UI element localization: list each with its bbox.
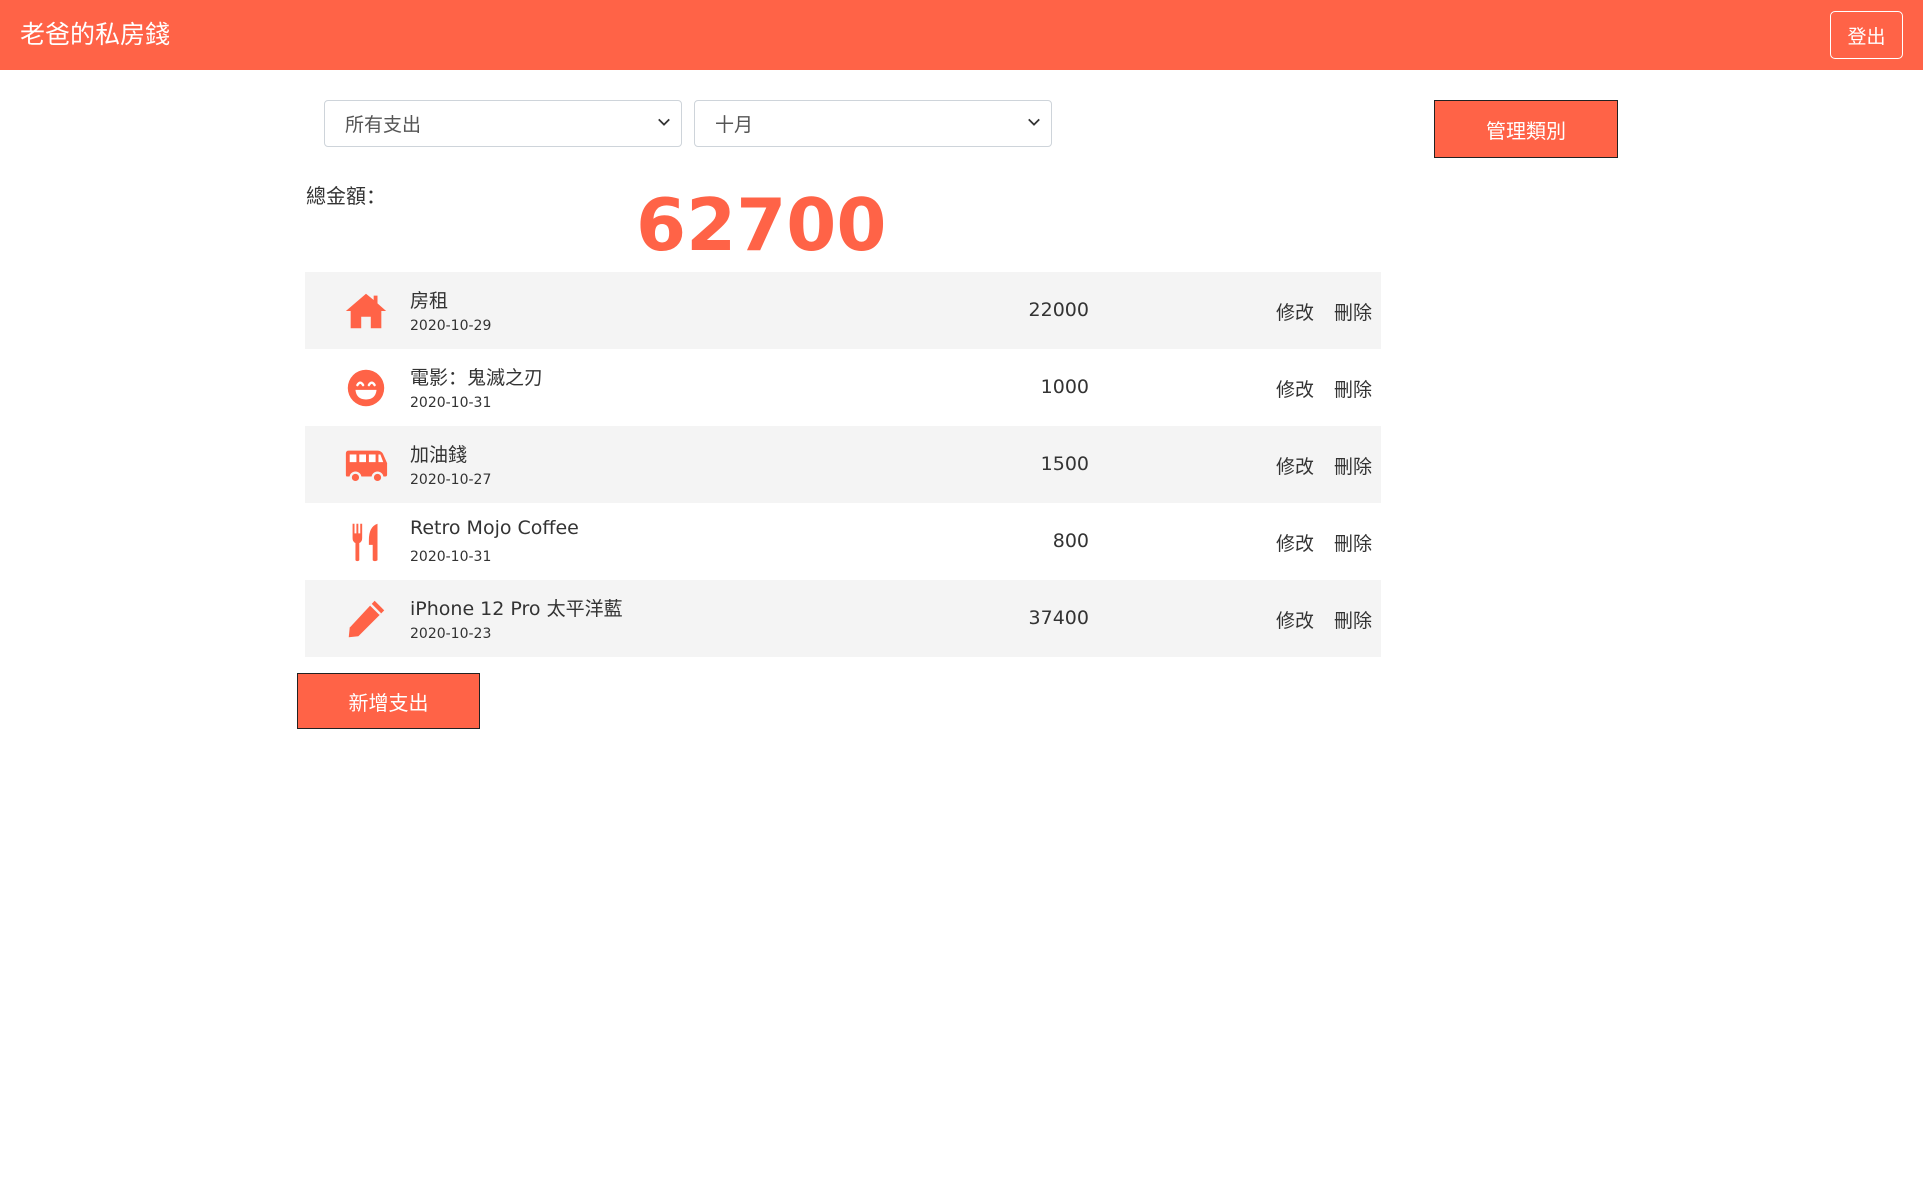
navbar: 老爸的私房錢 登出 <box>0 0 1923 70</box>
edit-button[interactable]: 修改 <box>1276 606 1314 633</box>
expense-row: iPhone 12 Pro 太平洋藍 2020-10-23 37400 修改 刪… <box>305 580 1381 657</box>
home-icon <box>345 293 387 329</box>
delete-button[interactable]: 刪除 <box>1334 452 1372 479</box>
add-expense-button[interactable]: 新增支出 <box>297 673 480 729</box>
expense-date: 2020-10-29 <box>410 318 492 334</box>
delete-button[interactable]: 刪除 <box>1334 529 1372 556</box>
delete-button[interactable]: 刪除 <box>1334 375 1372 402</box>
logout-button[interactable]: 登出 <box>1830 11 1903 59</box>
expense-amount: 37400 <box>1028 607 1089 629</box>
edit-button[interactable]: 修改 <box>1276 452 1314 479</box>
pen-icon <box>348 600 385 638</box>
expense-name: iPhone 12 Pro 太平洋藍 <box>410 598 623 620</box>
category-select-value: 所有支出 <box>345 114 422 136</box>
expense-row: 加油錢 2020-10-27 1500 修改 刪除 <box>305 426 1381 503</box>
expense-list: 房租 2020-10-29 22000 修改 刪除 電影：鬼滅之刃 2020-1… <box>305 272 1381 657</box>
expense-row: 電影：鬼滅之刃 2020-10-31 1000 修改 刪除 <box>305 349 1381 426</box>
expense-row: 房租 2020-10-29 22000 修改 刪除 <box>305 272 1381 349</box>
delete-button[interactable]: 刪除 <box>1334 298 1372 325</box>
total-amount: 62700 <box>636 183 887 267</box>
expense-date: 2020-10-31 <box>410 549 492 565</box>
category-select[interactable]: 所有支出 <box>324 100 682 147</box>
expense-date: 2020-10-23 <box>410 626 492 642</box>
bus-icon <box>345 450 388 484</box>
chevron-down-icon <box>1028 118 1040 126</box>
edit-button[interactable]: 修改 <box>1276 375 1314 402</box>
expense-name: 房租 <box>410 290 449 312</box>
expense-row: Retro Mojo Coffee 2020-10-31 800 修改 刪除 <box>305 503 1381 580</box>
edit-button[interactable]: 修改 <box>1276 298 1314 325</box>
expense-name: Retro Mojo Coffee <box>410 517 579 539</box>
month-select-value: 十月 <box>715 114 754 136</box>
expense-amount: 800 <box>1052 530 1089 552</box>
chevron-down-icon <box>658 118 670 126</box>
expense-date: 2020-10-31 <box>410 395 492 411</box>
expense-date: 2020-10-27 <box>410 472 492 488</box>
smile-icon <box>347 369 385 407</box>
edit-button[interactable]: 修改 <box>1276 529 1314 556</box>
app-title[interactable]: 老爸的私房錢 <box>20 18 170 52</box>
expense-amount: 1000 <box>1040 376 1089 398</box>
expense-name: 加油錢 <box>410 444 468 466</box>
month-select[interactable]: 十月 <box>694 100 1052 147</box>
expense-amount: 22000 <box>1028 299 1089 321</box>
expense-name: 電影：鬼滅之刃 <box>410 367 544 389</box>
total-label: 總金額： <box>306 184 386 208</box>
expense-amount: 1500 <box>1040 453 1089 475</box>
delete-button[interactable]: 刪除 <box>1334 606 1372 633</box>
utensils-icon <box>352 523 378 562</box>
manage-categories-button[interactable]: 管理類別 <box>1434 100 1618 158</box>
